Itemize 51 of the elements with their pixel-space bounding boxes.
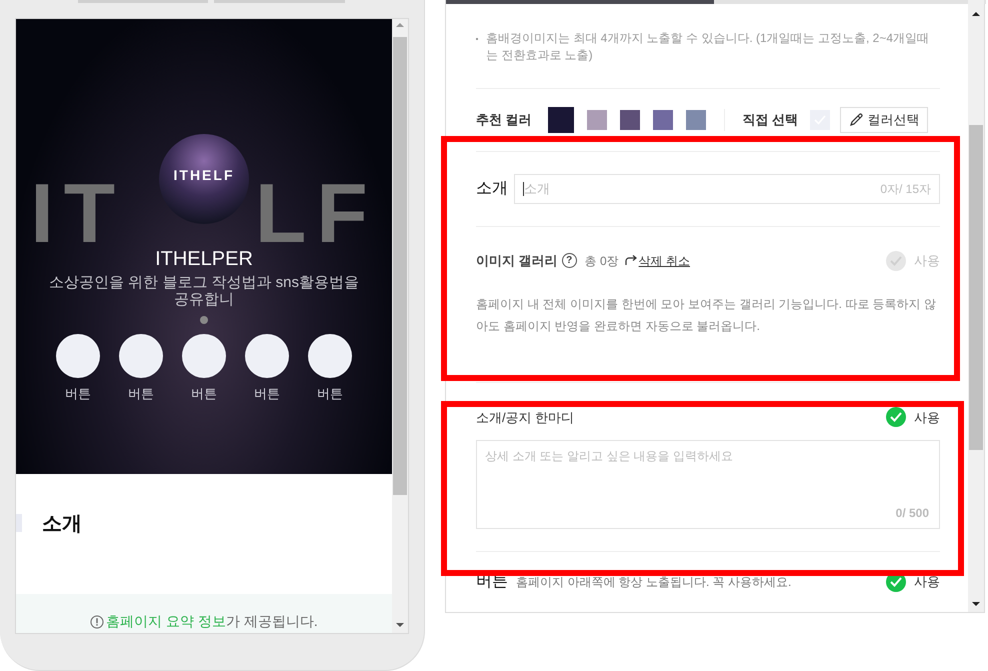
use-label: 사용 <box>914 408 940 426</box>
scrollbar[interactable] <box>392 19 408 633</box>
scrollbar[interactable] <box>968 0 984 612</box>
check-icon <box>890 412 902 422</box>
section-heading: 소개 <box>42 512 82 537</box>
shortcut-button[interactable] <box>245 334 289 378</box>
shortcut-button[interactable] <box>182 334 226 378</box>
shortcut-button[interactable] <box>119 334 163 378</box>
site-title: ITHELPER <box>155 247 253 272</box>
accent-bar <box>16 514 22 532</box>
site-subtitle: 소상공인을 위한 블로그 작성법과 sns활용법을 공유합니 <box>48 274 360 308</box>
color-swatch[interactable] <box>620 110 640 130</box>
scrollbar-thumb[interactable] <box>393 37 407 495</box>
use-label: 사용 <box>914 573 940 592</box>
note-text: 홈배경이미지는 최대 4개까지 노출할 수 있습니다. (1개일때는 고정노출, 2~4개일때는 전환효과로 노출) <box>486 30 930 64</box>
color-swatch[interactable] <box>548 106 574 133</box>
undo-delete-link[interactable]: 삭제 취소 <box>624 252 690 270</box>
intro-text-field[interactable]: 소개 <box>524 178 880 198</box>
use-checkbox[interactable] <box>886 407 906 428</box>
check-icon <box>890 256 902 266</box>
image-count: 총 0장 <box>584 252 619 270</box>
section-title: 소개/공지 한마디 <box>476 408 574 426</box>
section-title: 이미지 갤러리 <box>476 252 558 270</box>
color-swatch[interactable] <box>652 110 673 130</box>
check-icon <box>890 577 902 588</box>
field-label: 소개 <box>476 178 509 199</box>
field-label: 추천 컬러 <box>476 111 532 130</box>
field-label: 직접 선택 <box>742 111 798 130</box>
shortcut-label: 버튼 <box>128 385 154 403</box>
color-swatch[interactable] <box>586 110 607 130</box>
color-swatch[interactable] <box>686 110 706 130</box>
info-icon <box>90 614 104 628</box>
scrollbar-thumb[interactable] <box>969 125 984 450</box>
color-picker-button[interactable]: 컬러선택 <box>840 106 928 133</box>
logo-text: ITHELF <box>174 166 234 184</box>
watermark-text: LF <box>255 171 378 255</box>
gallery-description: 홈페이지 내 전체 이미지를 한번에 모아 보여주는 갤러리 기능입니다. 따로 등록하지 않아도 홈페이지 반영을 완료하면 자동으로 불러옵니다. <box>476 296 938 335</box>
shortcut-label: 버튼 <box>191 385 217 403</box>
section-description: 홈페이지 아래쪽에 항상 노출됩니다. 꼭 사용하세요. <box>516 574 792 592</box>
shortcut-button[interactable] <box>308 334 352 378</box>
char-counter: 0/ 500 <box>896 505 930 522</box>
use-label: 사용 <box>914 252 940 270</box>
shortcut-button[interactable] <box>56 334 100 378</box>
help-button[interactable]: ? <box>562 253 577 268</box>
summary-notice: 홈페이지 요약 정보가 제공됩니다. <box>106 612 318 631</box>
shortcut-label: 버튼 <box>65 385 91 403</box>
char-counter: 0자/ 15자 <box>880 180 932 198</box>
shortcut-label: 버튼 <box>317 385 343 403</box>
shortcut-label: 버튼 <box>254 385 280 403</box>
watermark-text: IT <box>30 171 126 255</box>
redo-arrow-icon <box>624 255 637 266</box>
